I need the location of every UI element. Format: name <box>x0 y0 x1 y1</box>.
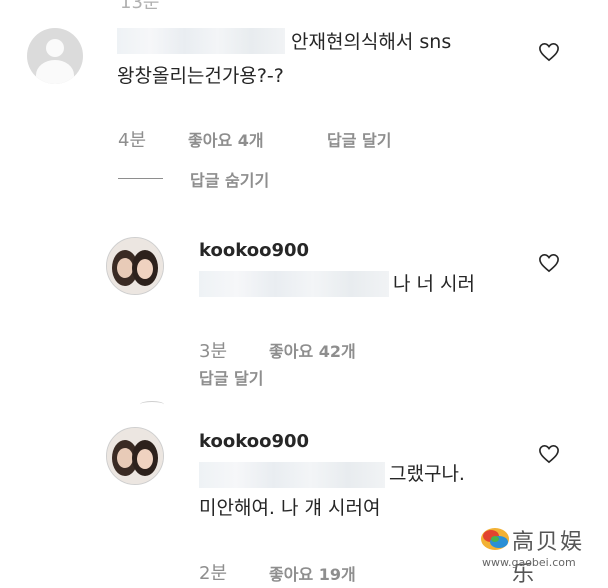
reply-time[interactable]: 3분 <box>199 337 227 363</box>
watermark: 高贝娱乐 www.gaobei.com <box>478 524 604 587</box>
like-button[interactable] <box>538 444 560 468</box>
like-button[interactable] <box>538 42 560 66</box>
comment-time[interactable]: 4분 <box>118 126 146 152</box>
reply-text-line1: 그랬구나. <box>389 463 465 485</box>
blurred-mention <box>199 462 385 488</box>
comment-text-line1: 안재현의식해서 sns <box>291 31 452 53</box>
comment-likes-count[interactable]: 좋아요 4개 <box>188 127 264 151</box>
heart-outline-icon <box>539 42 559 62</box>
reply-username[interactable]: kookoo900 <box>199 240 309 261</box>
reply-time[interactable]: 2분 <box>199 559 227 585</box>
watermark-logo-icon <box>481 528 509 550</box>
comment-text-line2: 왕창올리는건가용?-? <box>117 65 284 87</box>
reply-text-line2: 미안해여. 나 걔 시러여 <box>199 497 381 519</box>
reply-likes-count[interactable]: 좋아요 19개 <box>269 561 356 585</box>
default-avatar-icon <box>46 39 64 57</box>
profile-photo-icon <box>107 238 163 294</box>
blurred-username <box>117 28 285 54</box>
blurred-mention <box>199 271 389 297</box>
reply-button[interactable]: 답글 달기 <box>199 365 263 389</box>
replies-divider <box>118 178 163 179</box>
reply-button[interactable]: 답글 달기 <box>327 127 391 151</box>
commenter-avatar[interactable] <box>27 28 83 84</box>
reply-text-line1: 나 너 시러 <box>393 273 475 295</box>
hide-replies-button[interactable]: 답글 숨기기 <box>190 167 269 191</box>
reply-username[interactable]: kookoo900 <box>199 431 309 452</box>
partial-avatar <box>140 401 164 408</box>
profile-photo-icon <box>107 428 163 484</box>
like-button[interactable] <box>538 253 560 277</box>
reply-avatar[interactable] <box>106 237 164 295</box>
heart-outline-icon <box>539 253 559 273</box>
heart-outline-icon <box>539 444 559 464</box>
previous-comment-time: 13분 <box>120 0 160 13</box>
watermark-url: www.gaobei.com <box>482 556 576 569</box>
reply-likes-count[interactable]: 좋아요 42개 <box>269 338 356 362</box>
reply-avatar[interactable] <box>106 427 164 485</box>
